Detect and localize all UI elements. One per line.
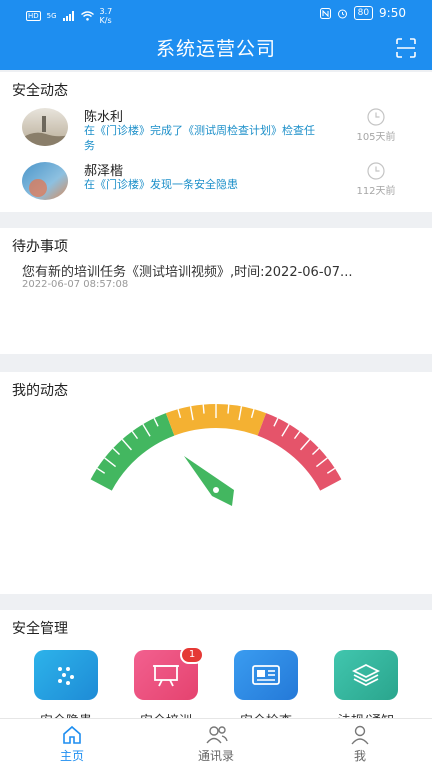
safety-news-card: 安全动态 陈水利 在《门诊楼》完成了《测试周检查计划》检查任务 105天前 郝泽…: [0, 72, 432, 212]
id-card-icon: [252, 665, 280, 685]
user-icon: [351, 725, 369, 745]
presentation-icon: [153, 665, 179, 687]
dots-icon: [58, 667, 74, 685]
clock-icon: [367, 162, 385, 180]
tab-label: 我: [353, 749, 366, 763]
alarm-icon: [337, 9, 347, 18]
news-item[interactable]: 郝泽楷 在《门诊楼》发现一条安全隐患 112天前: [0, 158, 432, 210]
app-header: HD 5G 3.7 K/s 80 9:50 系统运营公司: [0, 0, 432, 70]
safety-management-title: 安全管理: [12, 621, 68, 637]
todo-card: 待办事项 您有新的培训任务《测试培训视频》,时间:2022-06-07... 2…: [0, 228, 432, 354]
contacts-icon: [206, 726, 228, 744]
scan-icon[interactable]: [396, 38, 416, 58]
status-time: 9:50: [379, 6, 406, 20]
my-dynamic-card: 我的动态: [0, 372, 432, 594]
gauge-tick: [227, 404, 230, 414]
tab-label: 通讯录: [197, 749, 234, 763]
tab-contacts[interactable]: 通讯录: [156, 719, 276, 768]
safety-news-title: 安全动态: [12, 83, 68, 99]
news-time: 112天前: [356, 186, 396, 197]
gauge-hub: [213, 487, 219, 493]
tab-label: 主页: [59, 749, 84, 763]
todo-title: 待办事项: [12, 239, 68, 255]
status-right: 80 9:50: [319, 6, 406, 20]
avatar: [22, 162, 68, 200]
gauge-segment: [257, 413, 342, 491]
inspection-icon-tile[interactable]: [234, 650, 298, 700]
nfc-icon: [319, 7, 331, 19]
speed-readout: 3.7 K/s: [100, 7, 113, 25]
gauge-needle: [184, 456, 234, 506]
wifi-icon: [80, 11, 94, 21]
gauge-tick: [202, 404, 205, 414]
gauge-segment: [90, 413, 175, 491]
regulations-icon-tile[interactable]: [334, 650, 398, 700]
speed-value: 3.7: [99, 7, 113, 16]
bottom-tab-bar: 主页 通讯录 我: [0, 718, 432, 768]
status-bar: HD 5G 3.7 K/s 80 9:50: [0, 0, 432, 28]
page-title: 系统运营公司: [155, 38, 276, 60]
tab-home[interactable]: 主页: [12, 719, 132, 768]
news-text: 在《门诊楼》完成了《测试周检查计划》检查任务: [84, 124, 315, 152]
status-left: HD 5G 3.7 K/s: [26, 7, 112, 25]
tab-me[interactable]: 我: [300, 719, 420, 768]
signal-icon: [62, 11, 74, 21]
signal-label: 5G: [46, 12, 57, 20]
speed-unit: K/s: [99, 16, 112, 25]
network-type: HD: [26, 11, 41, 21]
notification-badge: 1: [180, 646, 204, 664]
todo-date: 2022-06-07 08:57:08: [22, 279, 129, 290]
news-time: 105天前: [356, 132, 396, 143]
todo-text: 您有新的培训任务《测试培训视频》,时间:2022-06-07...: [22, 265, 353, 280]
clock-icon: [367, 108, 385, 126]
news-item[interactable]: 陈水利 在《门诊楼》完成了《测试周检查计划》检查任务 105天前: [0, 104, 432, 156]
layers-icon: [352, 663, 380, 687]
home-icon: [63, 725, 81, 744]
hazard-icon-tile[interactable]: [34, 650, 98, 700]
battery-indicator: 80: [353, 6, 374, 20]
gauge-meter: [90, 404, 342, 506]
news-text: 在《门诊楼》发现一条安全隐患: [84, 178, 238, 191]
avatar: [22, 108, 68, 146]
